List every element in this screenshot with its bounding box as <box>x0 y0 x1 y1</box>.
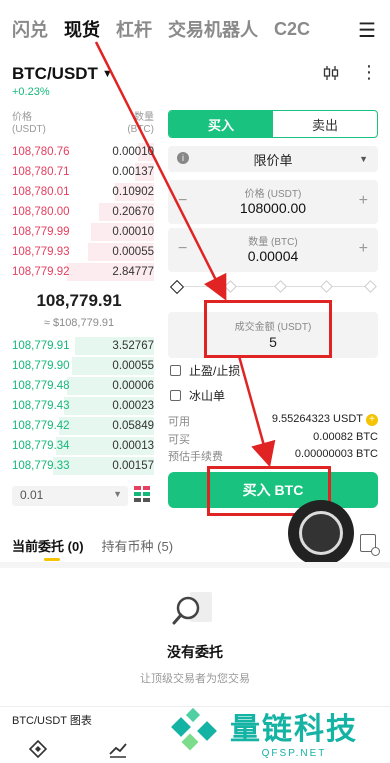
ask-price: 108,780.76 <box>12 146 70 158</box>
bid-price: 108,779.91 <box>12 340 70 352</box>
bid-qty: 0.05849 <box>112 420 154 432</box>
bid-price: 108,779.43 <box>12 400 70 412</box>
ask-qty: 2.84777 <box>112 266 154 278</box>
ask-price: 108,780.01 <box>12 186 70 198</box>
ask-qty: 0.00055 <box>112 246 154 258</box>
bid-price: 108,779.90 <box>12 360 70 372</box>
bid-price: 108,779.42 <box>12 420 70 432</box>
orders-tabs: 当前委托 (0) 持有币种 (5) <box>12 536 191 561</box>
active-tab-indicator <box>44 558 60 561</box>
ask-qty: 0.00010 <box>112 226 154 238</box>
tab-holdings[interactable]: 持有币种 (5) <box>102 536 174 555</box>
ask-price: 108,780.00 <box>12 206 70 218</box>
ask-price: 108,779.99 <box>12 226 70 238</box>
watermark: 量链科技 QFSP.NET <box>170 700 390 763</box>
bid-price: 108,779.48 <box>12 380 70 392</box>
section-divider <box>0 562 390 568</box>
trend-chart-icon[interactable] <box>108 740 128 758</box>
bid-qty: 0.00055 <box>112 360 154 372</box>
chart-link[interactable]: BTC/USDT 图表 <box>12 712 92 728</box>
bid-qty: 0.00006 <box>112 380 154 392</box>
bid-qty: 0.00013 <box>112 440 154 452</box>
floating-assist-button[interactable] <box>288 500 354 566</box>
watermark-url: QFSP.NET <box>261 748 327 759</box>
bid-qty: 3.52767 <box>112 340 154 352</box>
ask-qty: 0.00010 <box>112 146 154 158</box>
watermark-title: 量链科技 <box>230 712 358 747</box>
empty-search-icon <box>172 590 216 632</box>
order-history-icon[interactable] <box>360 534 380 556</box>
tab-open-orders[interactable]: 当前委托 (0) <box>12 536 84 555</box>
watermark-logo <box>170 706 222 758</box>
ask-price: 108,779.92 <box>12 266 70 278</box>
fab-ring <box>299 511 343 555</box>
ask-price: 108,779.93 <box>12 246 70 258</box>
bid-qty: 0.00157 <box>112 460 154 472</box>
bid-qty: 0.00023 <box>112 400 154 412</box>
ask-qty: 0.20670 <box>112 206 154 218</box>
home-diamond-icon[interactable] <box>28 739 48 759</box>
bid-price: 108,779.34 <box>12 440 70 452</box>
ask-qty: 0.10902 <box>112 186 154 198</box>
bid-price: 108,779.33 <box>12 460 70 472</box>
empty-subtitle[interactable]: 让顶级交易者为您交易 <box>0 670 390 686</box>
ask-price: 108,780.71 <box>12 166 70 178</box>
empty-title: 没有委托 <box>167 644 223 660</box>
ask-qty: 0.00137 <box>112 166 154 178</box>
